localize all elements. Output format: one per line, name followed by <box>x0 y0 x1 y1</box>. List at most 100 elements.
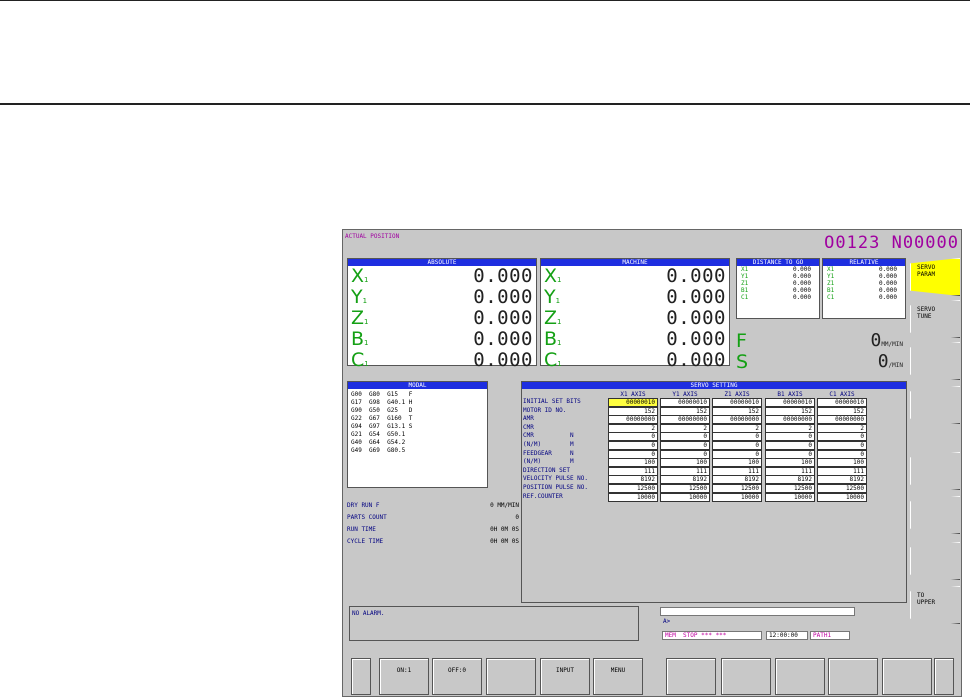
softkey[interactable] <box>351 658 371 695</box>
axis-index: 1 <box>557 360 562 368</box>
run-info-row: PARTS COUNT 0 <box>347 512 519 524</box>
axis-row: B1 0.000 <box>741 287 819 294</box>
axis-row: C1 0.000 <box>827 294 905 301</box>
modal-panel: MODAL G00 G80 G15 F G17 G98 G40.1 H G90 G5… <box>347 381 488 488</box>
axis-row: Y1 0.000 <box>741 273 819 280</box>
axis-name: Z <box>351 307 365 329</box>
axis-value: 0.000 <box>878 273 897 280</box>
axis-value: 0.000 <box>473 328 533 350</box>
modal-line: G17 G98 G40.1 H <box>351 399 413 406</box>
side-softkey[interactable] <box>910 452 960 490</box>
modal-line: G00 G80 G15 F <box>351 391 413 398</box>
axis-name: X1 <box>741 266 749 273</box>
servo-setting-title: SERVO SETTING <box>522 382 906 389</box>
spindle-display: 0/MIN <box>878 351 903 372</box>
input-prompt: A> <box>663 618 671 625</box>
softkey[interactable]: ON:1 <box>379 658 429 695</box>
servo-row-label: INITIAL SET BITS <box>523 398 581 405</box>
absolute-panel: ABSOLUTE X1 0.000 Y1 0.000 Z1 0.000 B1 0.000 C1 0… <box>347 258 537 371</box>
axis-value: 0.000 <box>878 266 897 273</box>
distance-to-go-title: DISTANCE TO GO <box>737 259 819 266</box>
servo-row-label: (N/M) M <box>523 441 574 448</box>
axis-row: Z1 0.000 <box>741 280 819 287</box>
axis-value: 0.000 <box>878 280 897 287</box>
run-info-label: CYCLE TIME <box>347 538 384 545</box>
softkey[interactable] <box>775 658 825 695</box>
axis-value: 0.000 <box>473 286 533 308</box>
axis-row: B1 0.000 <box>827 287 905 294</box>
side-softkey[interactable] <box>910 542 960 580</box>
side-softkey[interactable] <box>910 386 960 424</box>
axis-name: B1 <box>741 287 749 294</box>
modal-line: G90 G50 G25 D <box>351 407 413 414</box>
softkey[interactable] <box>721 658 771 695</box>
run-info-value: 0 MM/MIN <box>490 502 519 509</box>
axis-value: 0.000 <box>878 287 897 294</box>
softkey[interactable] <box>486 658 536 695</box>
axis-value: 0.000 <box>666 328 726 350</box>
top-divider-line <box>0 0 970 1</box>
servo-value-cell[interactable]: 10000 <box>712 492 762 502</box>
machine-panel: MACHINE X1 0.000 Y1 0.000 Z1 0.000 B1 0.000 C1 0.… <box>540 258 730 371</box>
axis-name: Z1 <box>827 280 835 287</box>
servo-value-cell[interactable]: 10000 <box>608 492 658 502</box>
axis-row: X1 0.000 <box>741 266 819 273</box>
servo-column-header: Z1 AXIS <box>724 391 750 398</box>
run-info-row: DRY RUN F 0 MM/MIN <box>347 500 519 512</box>
modal-line: G49 G69 G80.5 <box>351 447 406 454</box>
axis-row: Z1 0.000 <box>544 308 729 329</box>
softkey-next[interactable] <box>934 658 954 695</box>
modal-title: MODAL <box>348 382 487 389</box>
side-softkey[interactable]: TO UPPER <box>910 586 960 624</box>
side-softkey[interactable]: SERVO PARAM <box>910 258 960 296</box>
run-info: DRY RUN F 0 MM/MIN PARTS COUNT 0 RUN TIME 0H … <box>347 500 519 548</box>
softkey[interactable]: MENU <box>593 658 643 695</box>
run-info-row: RUN TIME 0H 0M 0S <box>347 524 519 536</box>
axis-row: X1 0.000 <box>827 266 905 273</box>
axis-index: 1 <box>364 276 369 284</box>
modal-line: G40 G64 G54.2 <box>351 439 406 446</box>
side-softkey[interactable] <box>910 496 960 534</box>
servo-column-header: X1 AXIS <box>620 391 646 398</box>
servo-row-label: (N/M) M <box>523 458 574 466</box>
axis-value: 0.000 <box>666 286 726 308</box>
feed-value: 0 <box>870 330 882 351</box>
axis-name: Y1 <box>741 273 749 280</box>
modal-line: G94 G97 G13.1 S <box>351 423 413 430</box>
servo-row-label: AMR <box>523 415 534 423</box>
cnc-screen: ACTUAL POSITION O0123 N00000 ABSOLUTE X1… <box>342 229 962 697</box>
axis-row: X1 0.000 <box>544 266 729 287</box>
header-divider-line <box>0 103 970 105</box>
side-softkey[interactable]: SERVO TUNE <box>910 300 960 338</box>
feed-letter: F <box>736 330 747 352</box>
key-input-field[interactable]: A> <box>660 607 855 625</box>
axis-row: X1 0.000 <box>351 266 536 287</box>
axis-name: C1 <box>741 294 749 301</box>
feed-unit: MM/MIN <box>881 341 903 348</box>
axis-value: 0.000 <box>666 349 726 371</box>
softkey[interactable]: INPUT <box>540 658 590 695</box>
spindle-letter: S <box>736 351 749 373</box>
screen-title: ACTUAL POSITION <box>345 233 400 240</box>
axis-index: 1 <box>555 297 561 305</box>
axis-value: 0.000 <box>792 294 811 301</box>
relative-title: RELATIVE <box>823 259 905 266</box>
servo-value-cell[interactable]: 10000 <box>817 492 867 502</box>
servo-column-header: B1 AXIS <box>777 391 803 398</box>
servo-row-label: VELOCITY PULSE NO. <box>523 475 589 483</box>
axis-index: 1 <box>557 276 562 284</box>
servo-column-header: C1 AXIS <box>829 391 855 398</box>
run-info-label: RUN TIME <box>347 526 376 533</box>
servo-value-cell[interactable]: 10000 <box>660 492 710 502</box>
side-softkey[interactable] <box>910 342 960 380</box>
axis-row: Y1 0.000 <box>351 287 536 308</box>
axis-name: B <box>544 328 558 350</box>
softkey[interactable] <box>666 658 716 695</box>
softkey[interactable]: OFF:0 <box>432 658 482 695</box>
softkey[interactable] <box>828 658 878 695</box>
softkey[interactable] <box>882 658 932 695</box>
axis-name: C <box>544 349 558 371</box>
axis-row: Z1 0.000 <box>351 308 536 329</box>
servo-value-cell[interactable]: 10000 <box>765 492 815 502</box>
servo-row-label: FEEDGEAR N <box>523 449 574 457</box>
